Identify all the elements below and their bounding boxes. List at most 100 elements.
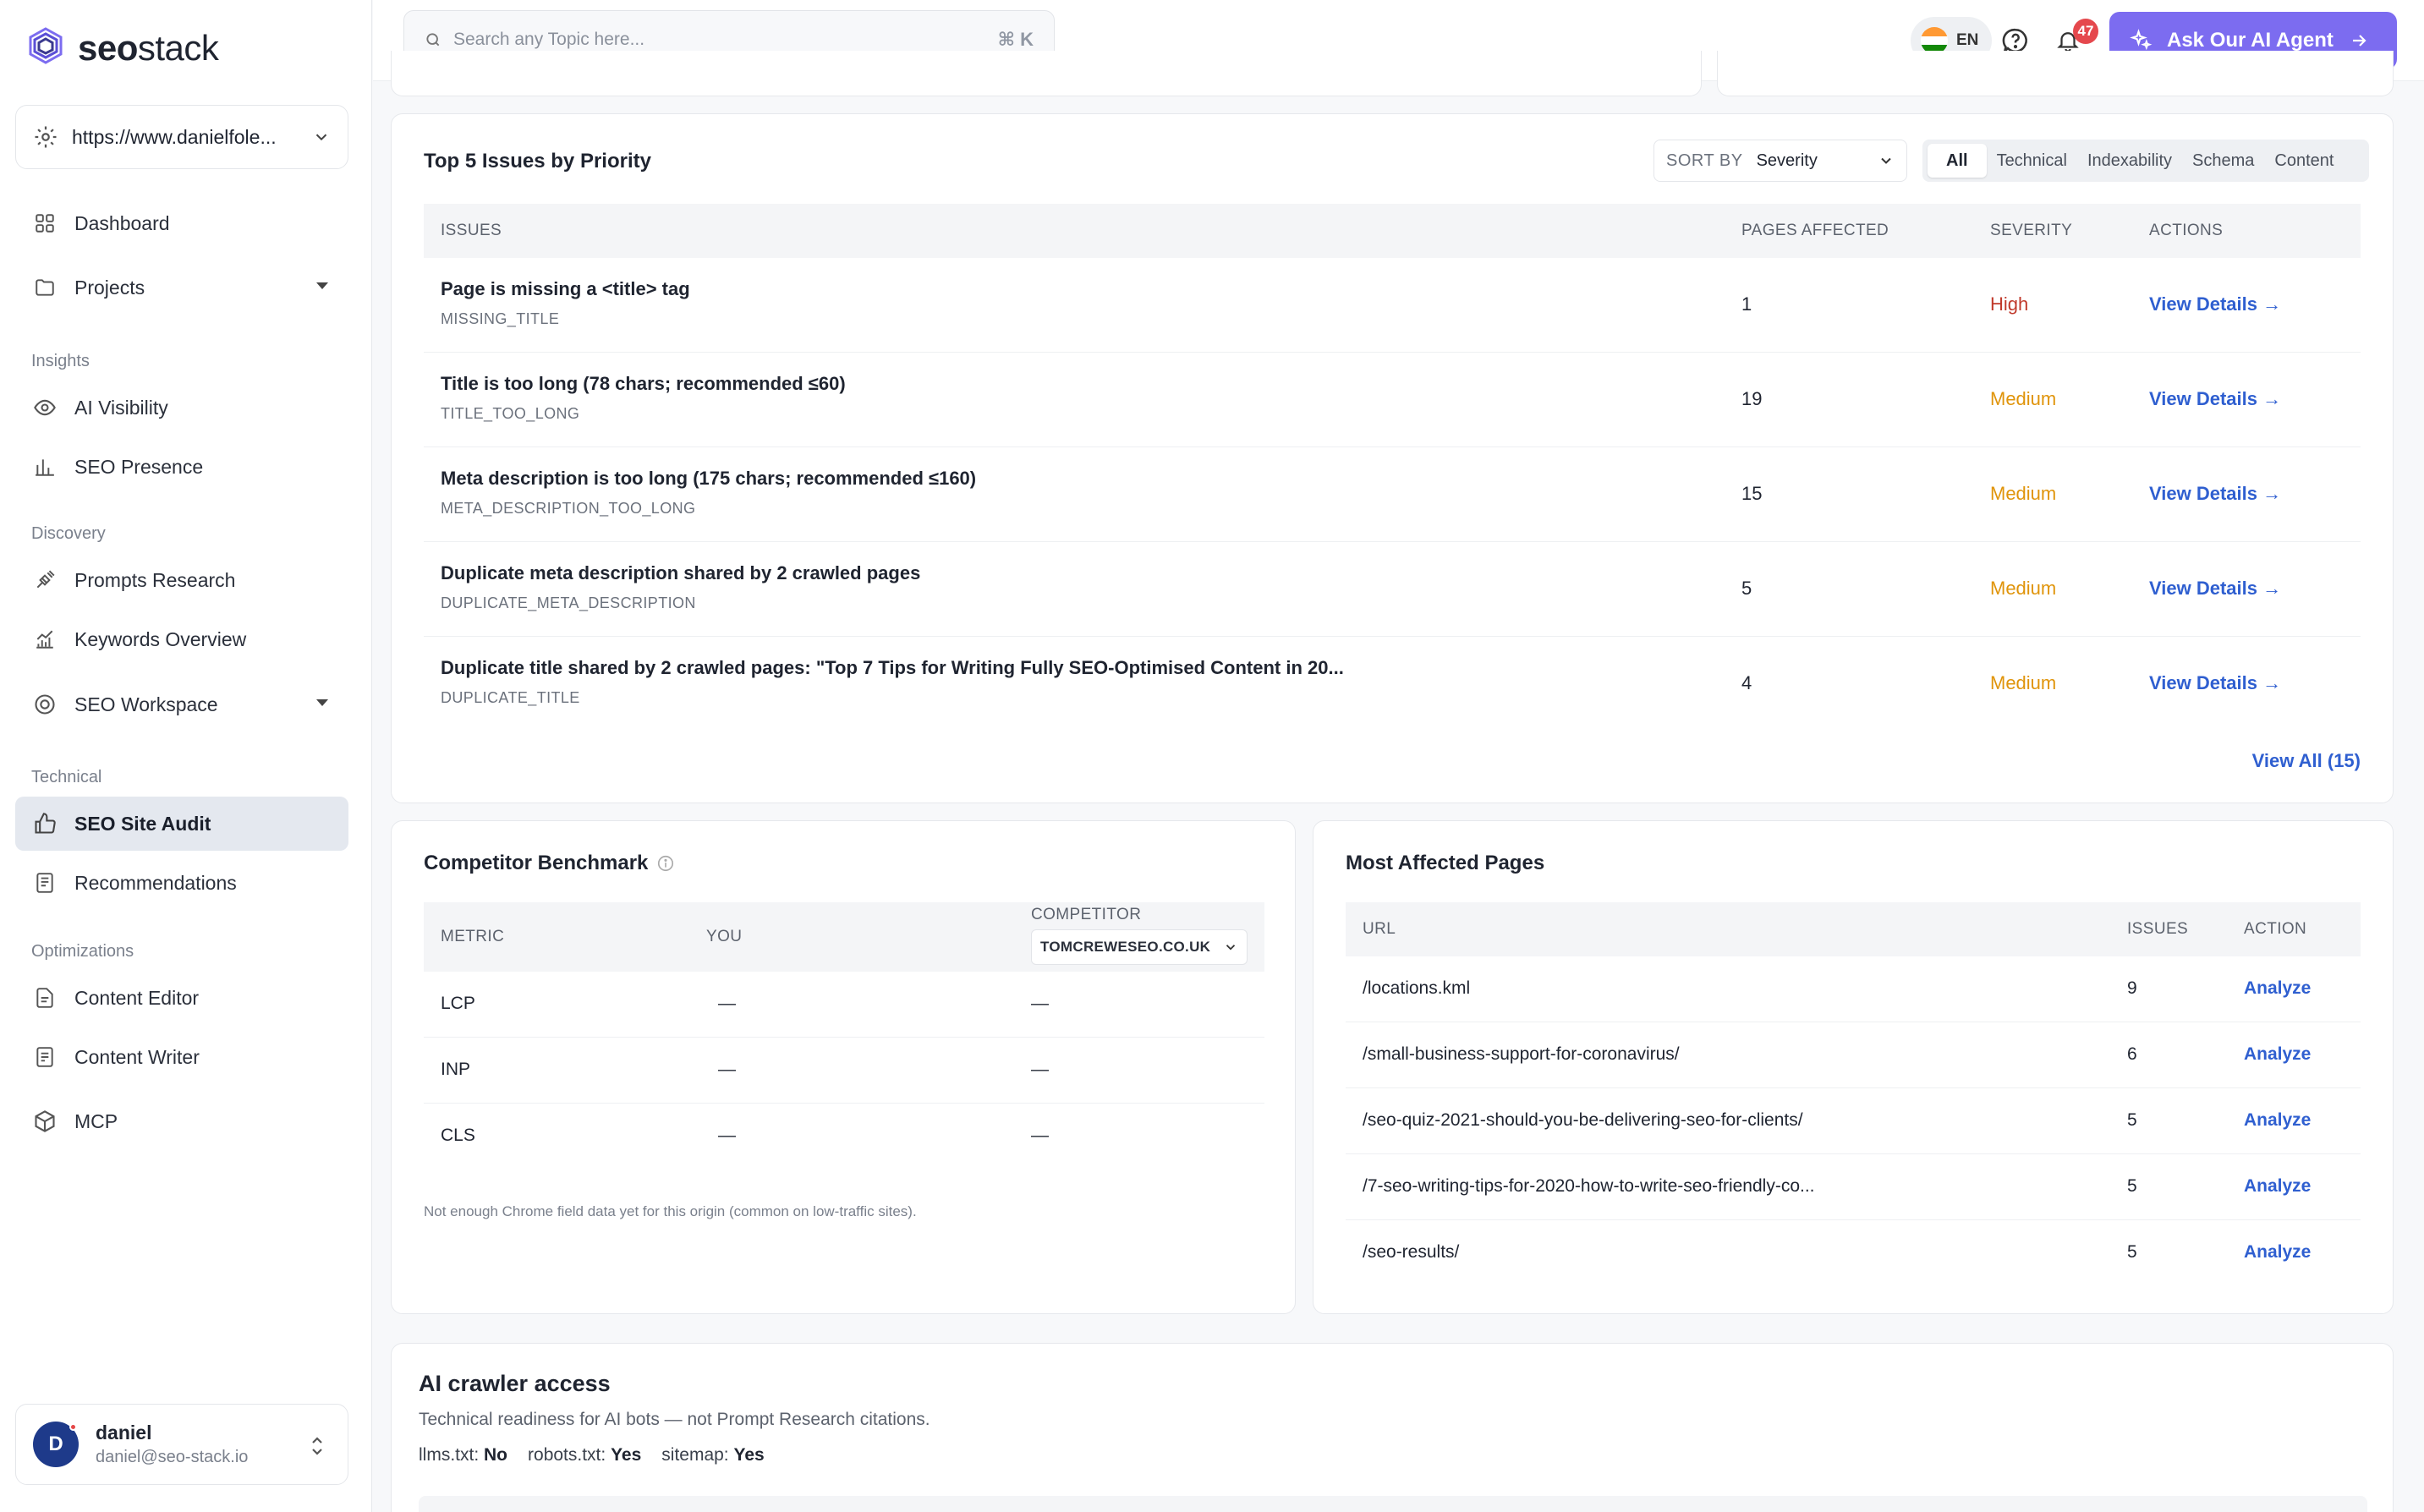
metric-name: INP: [441, 1060, 471, 1079]
info-icon[interactable]: [656, 854, 675, 873]
pages-affected: 15: [1741, 483, 1763, 504]
chevron-down-icon: [315, 134, 327, 141]
filter-technical[interactable]: Technical: [1987, 144, 2077, 178]
metric-name: CLS: [441, 1126, 475, 1145]
column-header-you: YOU: [706, 928, 743, 945]
severity-badge: High: [1990, 293, 2029, 315]
competitor-benchmark-card: Competitor Benchmark METRIC YOU COMPETIT…: [391, 820, 1296, 1314]
notification-badge: 47: [2073, 19, 2098, 44]
table-row: INP — —: [424, 1038, 1264, 1104]
ai-crawler-access-card: AI crawler access Technical readiness fo…: [391, 1343, 2394, 1512]
analyze-link[interactable]: Analyze: [2244, 1110, 2311, 1131]
table-row: CLS — —: [424, 1104, 1264, 1170]
section-discovery: Discovery: [31, 524, 106, 543]
thumbs-up-icon: [32, 811, 58, 836]
issue-title: Title is too long (78 chars; recommended…: [441, 373, 846, 394]
cube-icon: [32, 1109, 58, 1134]
sidebar-item-seo-presence[interactable]: SEO Presence: [15, 440, 348, 494]
caret-down-icon: [316, 282, 328, 289]
issue-code: TITLE_TOO_LONG: [441, 405, 580, 422]
page-url: /locations.kml: [1363, 978, 1471, 998]
gear-icon: [35, 126, 57, 148]
metric-competitor: —: [1031, 994, 1049, 1013]
page-issue-count: 9: [2127, 978, 2137, 998]
sitemap-status: sitemap: Yes: [661, 1445, 765, 1465]
pages-affected: 1: [1741, 293, 1752, 315]
card-subtitle: Technical readiness for AI bots — not Pr…: [419, 1410, 930, 1429]
table-row: Meta description is too long (175 chars;…: [424, 447, 2361, 542]
section-insights: Insights: [31, 352, 90, 370]
sidebar-item-label: SEO Site Audit: [74, 812, 211, 835]
issue-code: MISSING_TITLE: [441, 310, 560, 327]
filter-indexability[interactable]: Indexability: [2077, 144, 2182, 178]
sidebar-item-label: SEO Workspace: [74, 693, 218, 715]
grid-icon: [32, 211, 58, 236]
card-title: AI crawler access: [419, 1371, 611, 1396]
metric-you: —: [718, 1126, 736, 1145]
page-url: /seo-quiz-2021-should-you-be-delivering-…: [1363, 1110, 1803, 1130]
table-row: Page is missing a <title> tag MISSING_TI…: [424, 258, 2361, 353]
card-title: Top 5 Issues by Priority: [424, 150, 651, 173]
table-row: Duplicate title shared by 2 crawled page…: [424, 637, 2361, 731]
issue-code: META_DESCRIPTION_TOO_LONG: [441, 500, 696, 517]
pages-affected: 19: [1741, 388, 1763, 409]
filter-schema[interactable]: Schema: [2182, 144, 2264, 178]
logo[interactable]: seostack: [25, 25, 219, 71]
user-menu[interactable]: D daniel daniel@seo-stack.io: [15, 1404, 348, 1485]
sidebar-item-label: Content Editor: [74, 986, 200, 1009]
card-partial-right: [1717, 51, 2394, 96]
sidebar-item-seo-site-audit[interactable]: SEO Site Audit: [15, 797, 348, 851]
eye-icon: [32, 395, 58, 420]
column-header-url: URL: [1363, 920, 1396, 938]
sort-by-select[interactable]: SORT BY Severity: [1653, 140, 1907, 182]
issue-title: Duplicate title shared by 2 crawled page…: [441, 657, 1344, 678]
table-row: /seo-results/ 5 Analyze: [1346, 1220, 2361, 1286]
sidebar-item-recommendations[interactable]: Recommendations: [15, 856, 348, 910]
view-details-link[interactable]: View Details →: [2149, 578, 2281, 600]
view-details-link[interactable]: View Details →: [2149, 293, 2281, 315]
issue-code: DUPLICATE_TITLE: [441, 689, 580, 706]
sidebar-item-dashboard[interactable]: Dashboard: [15, 196, 348, 250]
view-all-link[interactable]: View All (15): [2252, 750, 2361, 772]
competitor-select[interactable]: TOMCREWESEO.CO.UK: [1031, 929, 1248, 965]
column-header-issues: ISSUES: [441, 222, 502, 239]
search-input[interactable]: [453, 30, 998, 50]
sidebar-item-label: Dashboard: [74, 211, 170, 234]
caret-down-icon: [316, 699, 328, 706]
sidebar-item-prompts-research[interactable]: Prompts Research: [15, 553, 348, 607]
table-row: Duplicate meta description shared by 2 c…: [424, 542, 2361, 637]
sidebar-item-content-writer[interactable]: Content Writer: [15, 1030, 348, 1084]
card-title: Most Affected Pages: [1346, 852, 1545, 874]
sort-by-label: SORT BY: [1666, 151, 1743, 170]
sidebar: seostack https://www.danielfole... Dashb…: [0, 0, 372, 1512]
user-name: daniel: [96, 1422, 152, 1444]
sidebar-item-seo-workspace[interactable]: SEO Workspace: [15, 677, 348, 731]
keyboard-shortcut: ⌘ K: [997, 29, 1034, 50]
view-details-link[interactable]: View Details →: [2149, 388, 2281, 410]
filter-content[interactable]: Content: [2264, 144, 2344, 178]
analyze-link[interactable]: Analyze: [2244, 1044, 2311, 1065]
llms-status: llms.txt: No: [419, 1445, 508, 1465]
site-selector[interactable]: https://www.danielfole...: [15, 105, 348, 169]
sidebar-item-projects[interactable]: Projects: [15, 260, 348, 315]
analyze-link[interactable]: Analyze: [2244, 1176, 2311, 1197]
sidebar-item-label: Keywords Overview: [74, 627, 247, 650]
severity-badge: Medium: [1990, 578, 2057, 599]
page-issue-count: 5: [2127, 1110, 2137, 1130]
sidebar-item-keywords-overview[interactable]: Keywords Overview: [15, 612, 348, 666]
sidebar-item-label: Prompts Research: [74, 568, 236, 591]
sidebar-item-label: Recommendations: [74, 871, 237, 894]
issue-title: Meta description is too long (175 chars;…: [441, 468, 977, 489]
filter-all[interactable]: All: [1928, 144, 1987, 178]
view-details-link[interactable]: View Details →: [2149, 483, 2281, 505]
bar-chart-icon: [32, 454, 58, 479]
view-details-link[interactable]: View Details →: [2149, 672, 2281, 694]
analyze-link[interactable]: Analyze: [2244, 978, 2311, 999]
pages-table-header: URL ISSUES ACTION: [1346, 902, 2361, 956]
table-row: /7-seo-writing-tips-for-2020-how-to-writ…: [1346, 1154, 2361, 1220]
analyze-link[interactable]: Analyze: [2244, 1242, 2311, 1263]
sidebar-item-mcp[interactable]: MCP: [15, 1094, 348, 1148]
sidebar-item-content-editor[interactable]: Content Editor: [15, 971, 348, 1025]
metric-competitor: —: [1031, 1126, 1049, 1145]
sidebar-item-ai-visibility[interactable]: AI Visibility: [15, 381, 348, 435]
